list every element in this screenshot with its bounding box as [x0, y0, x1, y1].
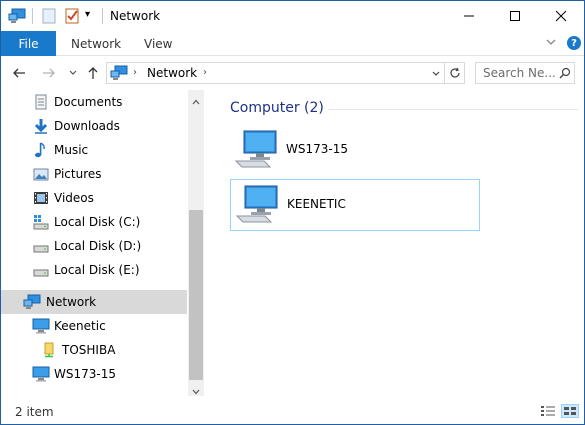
computer-icon: [32, 366, 50, 382]
downloads-icon: [33, 118, 49, 134]
network-app-icon[interactable]: [8, 7, 26, 28]
content-pane: Computer (2) WS173-15 KEENETIC: [211, 90, 584, 396]
documents-icon: [33, 94, 49, 110]
sidebar-item-label: Local Disk (D:): [54, 239, 142, 253]
explorer-window: ▾ Network File Network View ? › Network …: [0, 0, 585, 425]
share-folder-icon: [42, 342, 58, 358]
sidebar-item-label: Documents: [54, 95, 123, 109]
expand-ribbon-icon[interactable]: [545, 36, 557, 51]
toolbar-separator: [102, 8, 103, 24]
music-icon: [33, 142, 49, 158]
computer-name: WS173-15: [286, 142, 348, 156]
sidebar-item-label: TOSHIBA: [62, 343, 116, 357]
pictures-icon: [33, 166, 49, 182]
search-icon[interactable]: [559, 67, 571, 82]
group-divider: [328, 109, 578, 110]
chevron-down-icon: [69, 70, 77, 75]
item-count: 2 item: [15, 405, 54, 419]
title-bar: ▾ Network: [1, 1, 584, 31]
tab-file[interactable]: File: [1, 31, 56, 56]
sidebar-item-videos[interactable]: Videos: [1, 186, 187, 210]
sidebar-item-pictures[interactable]: Pictures: [1, 162, 187, 186]
details-view-icon: [541, 406, 555, 416]
sidebar-item-label: Pictures: [54, 167, 102, 181]
quick-access-dropdown-icon[interactable]: ▾: [85, 9, 90, 20]
sidebar-item-network[interactable]: Network: [1, 290, 187, 314]
properties-icon[interactable]: [41, 7, 57, 28]
up-arrow-icon: [88, 67, 98, 79]
large-icons-view-button[interactable]: [561, 404, 579, 418]
computer-icon: [32, 318, 50, 334]
search-input[interactable]: Search Ne...: [483, 66, 556, 80]
ribbon-tabs: File Network View ?: [1, 31, 584, 56]
close-icon: [555, 10, 567, 22]
sidebar-item-local-disk-d[interactable]: Local Disk (D:): [1, 234, 187, 258]
drive-icon: [33, 262, 49, 278]
sidebar-item-label: Local Disk (E:): [54, 263, 140, 277]
sidebar-item-label: Local Disk (C:): [54, 215, 141, 229]
maximize-button[interactable]: [492, 1, 538, 31]
sidebar-item-label: WS173-15: [54, 367, 116, 381]
network-icon: [110, 65, 128, 84]
back-button[interactable]: [11, 65, 27, 81]
network-icon: [23, 294, 41, 310]
sidebar-item-toshiba[interactable]: TOSHIBA: [1, 338, 187, 362]
tab-view[interactable]: View: [144, 31, 172, 56]
breadcrumb-separator-icon[interactable]: ›: [203, 67, 207, 78]
sidebar-item-ws173-15[interactable]: WS173-15: [1, 362, 187, 386]
navigation-pane: Documents Downloads Music Pictures Video…: [1, 90, 204, 396]
computer-name: KEENETIC: [287, 197, 346, 211]
nav-pane-scrollbar[interactable]: [188, 90, 204, 396]
forward-arrow-icon: [43, 68, 55, 78]
group-header-computer[interactable]: Computer (2): [230, 100, 324, 116]
checklist-icon[interactable]: [64, 7, 80, 28]
sidebar-item-documents[interactable]: Documents: [1, 90, 187, 114]
minimize-button[interactable]: [446, 1, 492, 31]
back-arrow-icon: [13, 68, 25, 78]
breadcrumb-network[interactable]: Network: [147, 66, 197, 80]
sidebar-item-label: Music: [54, 143, 89, 157]
details-view-button[interactable]: [539, 404, 557, 418]
tab-network[interactable]: Network: [71, 31, 121, 56]
refresh-button[interactable]: [445, 62, 465, 84]
toolbar-separator: [32, 8, 33, 24]
scroll-down-icon[interactable]: [192, 384, 200, 396]
refresh-icon: [449, 67, 460, 78]
computer-icon: [235, 182, 281, 229]
minimize-icon: [464, 15, 474, 17]
scroll-up-icon[interactable]: [192, 94, 200, 108]
drive-icon: [33, 238, 49, 254]
close-button[interactable]: [538, 1, 584, 31]
large-icons-view-icon: [564, 407, 576, 415]
sidebar-item-music[interactable]: Music: [1, 138, 187, 162]
forward-button[interactable]: [41, 65, 57, 81]
recent-locations-button[interactable]: [67, 65, 79, 81]
sidebar-item-label: Network: [46, 295, 97, 309]
computer-item-keenetic[interactable]: KEENETIC: [230, 179, 480, 231]
scrollbar-thumb[interactable]: [189, 210, 203, 380]
status-bar: 2 item: [1, 398, 584, 424]
address-bar[interactable]: › Network ›: [106, 62, 445, 84]
help-icon[interactable]: ?: [567, 36, 581, 50]
navigation-bar: › Network › Search Ne...: [1, 57, 584, 89]
sidebar-item-local-disk-c[interactable]: Local Disk (C:): [1, 210, 187, 234]
sidebar-item-local-disk-e[interactable]: Local Disk (E:): [1, 258, 187, 282]
address-history-dropdown-icon[interactable]: [431, 68, 441, 82]
system-drive-icon: [33, 214, 49, 230]
sidebar-item-downloads[interactable]: Downloads: [1, 114, 187, 138]
maximize-icon: [510, 11, 520, 21]
videos-icon: [33, 190, 49, 206]
sidebar-item-label: Keenetic: [54, 319, 106, 333]
breadcrumb-separator-icon[interactable]: ›: [133, 67, 137, 78]
sidebar-item-keenetic[interactable]: Keenetic: [1, 314, 187, 338]
search-box[interactable]: Search Ne...: [475, 62, 575, 84]
window-title: Network: [110, 9, 161, 23]
sidebar-item-label: Downloads: [54, 119, 120, 133]
computer-item-ws173-15[interactable]: WS173-15: [230, 125, 480, 177]
sidebar-item-label: Videos: [54, 191, 94, 205]
computer-icon: [234, 127, 280, 174]
up-button[interactable]: [85, 65, 101, 81]
